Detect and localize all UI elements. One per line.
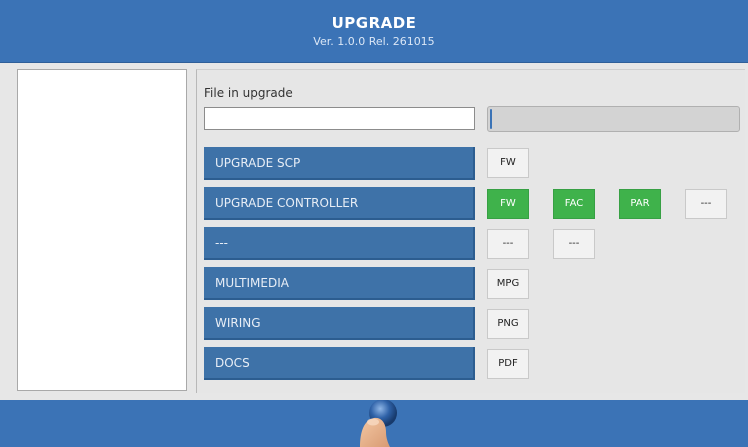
- unassigned-option-1-button[interactable]: ---: [487, 229, 529, 259]
- header-bar: UPGRADE Ver. 1.0.0 Rel. 261015: [0, 0, 748, 63]
- file-in-upgrade-label: File in upgrade: [204, 86, 293, 100]
- multimedia-mpg-button[interactable]: MPG: [487, 269, 529, 299]
- controller-extra-button[interactable]: ---: [685, 189, 727, 219]
- wiring-button[interactable]: WIRING: [204, 307, 475, 340]
- controller-par-button[interactable]: PAR: [619, 189, 661, 219]
- finger-touch-icon[interactable]: [350, 400, 410, 447]
- unassigned-row-button[interactable]: ---: [204, 227, 475, 260]
- page-title: UPGRADE: [331, 14, 417, 32]
- upgrade-controller-button[interactable]: UPGRADE CONTROLLER: [204, 187, 475, 220]
- multimedia-button[interactable]: MULTIMEDIA: [204, 267, 475, 300]
- docs-button[interactable]: DOCS: [204, 347, 475, 380]
- file-list-panel[interactable]: [17, 69, 187, 391]
- wiring-png-button[interactable]: PNG: [487, 309, 529, 339]
- upgrade-scp-button[interactable]: UPGRADE SCP: [204, 147, 475, 180]
- file-in-upgrade-field[interactable]: [204, 107, 475, 130]
- upgrade-scp-fw-button[interactable]: FW: [487, 148, 529, 178]
- unassigned-option-2-button[interactable]: ---: [553, 229, 595, 259]
- docs-pdf-button[interactable]: PDF: [487, 349, 529, 379]
- controller-fac-button[interactable]: FAC: [553, 189, 595, 219]
- upgrade-progress-fill: [490, 109, 492, 129]
- upgrade-progress-bar: [487, 106, 740, 132]
- controller-fw-button[interactable]: FW: [487, 189, 529, 219]
- version-label: Ver. 1.0.0 Rel. 261015: [313, 35, 435, 48]
